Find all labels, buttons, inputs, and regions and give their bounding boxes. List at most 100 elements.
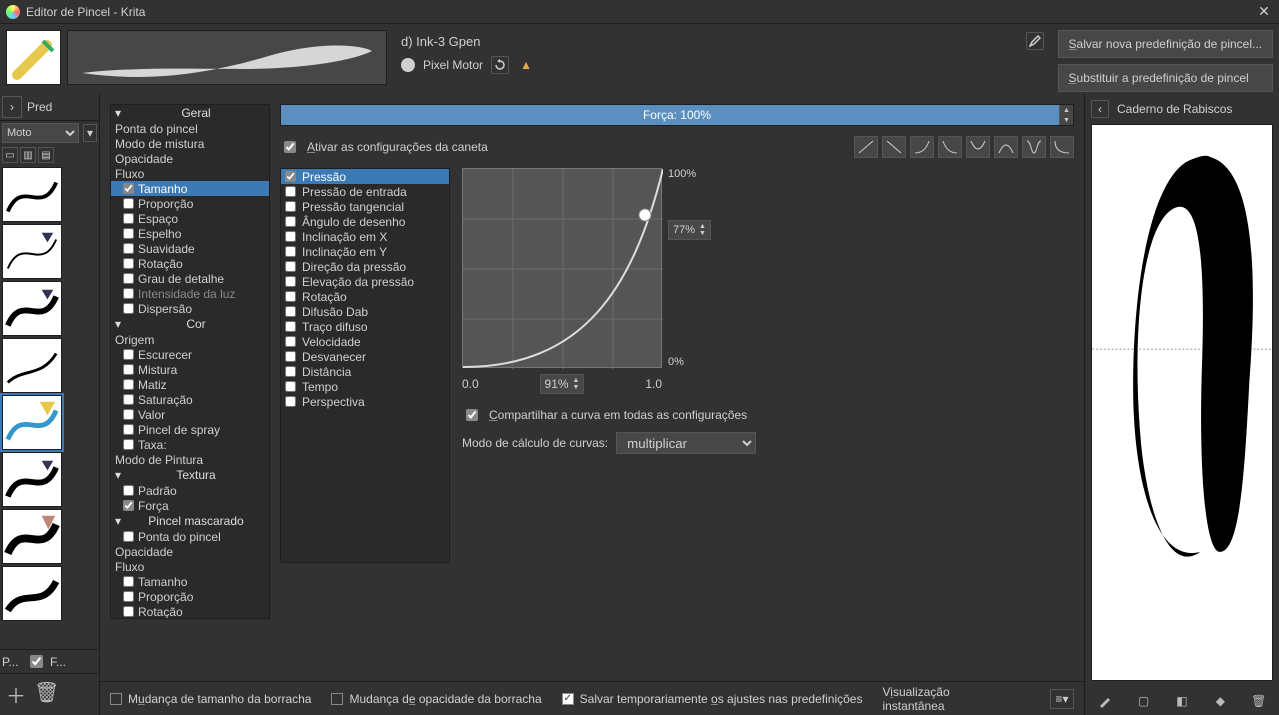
tree-group[interactable]: ▾Geral [111,105,269,121]
tree-item[interactable]: Proporção [111,589,269,604]
add-preset-button[interactable]: ＋ [6,680,26,709]
calc-mode-select[interactable]: multiplicar [616,432,756,454]
tree-item[interactable]: Fluxo [111,559,269,574]
tree-item[interactable]: Dispersão [111,301,269,316]
preset-item[interactable] [2,167,62,222]
preset-item[interactable] [2,338,62,393]
collapse-scratchpad-button[interactable]: ‹ [1091,100,1109,118]
save-new-preset-button[interactable]: Salvar nova predefinição de pincel... [1058,30,1273,58]
option-tree[interactable]: ▾GeralPonta do pincelModo de misturaOpac… [110,104,270,619]
tree-item[interactable]: Força [111,498,269,513]
sensor-item[interactable]: Pressão de entrada [281,184,449,199]
curve-ease-out-icon[interactable] [938,136,962,158]
tree-item[interactable]: Padrão [111,483,269,498]
view-details-icon[interactable]: ▤ [38,147,54,163]
scratch-gradient-icon[interactable]: ◧ [1174,693,1190,709]
filter-checkbox[interactable] [30,655,43,668]
tree-item[interactable]: Rotação [111,604,269,619]
preset-item[interactable] [2,509,62,564]
temp-save-toggle[interactable]: ✓Salvar temporariamente os ajustes nas p… [562,692,863,706]
reload-button[interactable] [491,56,509,74]
preset-item[interactable] [2,452,62,507]
curve-editor[interactable] [462,168,662,368]
tree-item[interactable]: Grau de detalhe [111,271,269,286]
tree-group[interactable]: ▾Cor [111,316,269,332]
curve-x-value[interactable]: 91% ▲▼ [540,374,585,394]
tree-item[interactable]: Origem [111,332,269,347]
strength-down-button[interactable]: ▼ [1060,115,1073,125]
engine-filter-menu[interactable]: ▾ [83,124,97,142]
tree-item[interactable]: Escurecer [111,347,269,362]
tree-item[interactable]: Ponta do pincel [111,121,269,136]
tree-item[interactable]: Espaço [111,211,269,226]
status-menu-button[interactable]: ≡▾ [1050,689,1074,709]
sensor-item[interactable]: Direção da pressão [281,259,449,274]
tree-item[interactable]: Ponta do pincel [111,529,269,544]
tree-item[interactable]: Valor [111,407,269,422]
rename-brush-button[interactable] [1026,32,1044,50]
tree-item[interactable]: Saturação [111,392,269,407]
tree-item[interactable]: Suavidade [111,241,269,256]
sensor-item[interactable]: Pressão [281,169,449,184]
close-button[interactable]: ✕ [1255,3,1273,20]
sensor-item[interactable]: Perspectiva [281,394,449,409]
sensor-item[interactable]: Velocidade [281,334,449,349]
tree-item[interactable]: Intensidade da luz [111,286,269,301]
tree-item[interactable]: Matiz [111,377,269,392]
preset-item[interactable] [2,281,62,336]
sensor-item[interactable]: Inclinação em X [281,229,449,244]
scratch-layer-icon[interactable]: ▢ [1136,693,1152,709]
preset-item[interactable] [2,224,62,279]
sensor-item[interactable]: Desvanecer [281,349,449,364]
view-list-icon[interactable]: ▭ [2,147,18,163]
tree-item[interactable]: Modo de Pintura [111,452,269,467]
instant-preview-toggle[interactable]: Visualização instantânea [882,685,1012,713]
tree-item[interactable]: Tamanho [111,574,269,589]
share-curve-checkbox[interactable] [466,409,478,421]
sensor-item[interactable]: Elevação da pressão [281,274,449,289]
view-grid-icon[interactable]: ▥ [20,147,36,163]
tree-item[interactable]: Fluxo [111,166,269,181]
tree-item[interactable]: Opacidade [111,544,269,559]
curve-l-icon[interactable] [1050,136,1074,158]
scratch-fill-icon[interactable]: ◆ [1212,693,1228,709]
tree-item[interactable]: Espelho [111,226,269,241]
sensor-item[interactable]: Pressão tangencial [281,199,449,214]
tree-item[interactable]: Proporção [111,196,269,211]
curve-s-icon[interactable] [1022,136,1046,158]
sensor-list[interactable]: PressãoPressão de entradaPressão tangenc… [280,168,450,563]
sensor-item[interactable]: Tempo [281,379,449,394]
strength-slider[interactable]: Força: 100% ▲▼ [280,104,1074,126]
sensor-item[interactable]: Difusão Dab [281,304,449,319]
curve-u-icon[interactable] [966,136,990,158]
sensor-item[interactable]: Inclinação em Y [281,244,449,259]
delete-preset-button[interactable]: 🗑 [34,680,59,709]
preset-item[interactable] [2,566,62,621]
collapse-presets-button[interactable]: › [2,96,22,118]
curve-linear-up-icon[interactable] [854,136,878,158]
curve-arch-icon[interactable] [994,136,1018,158]
brush-thumbnail[interactable] [6,30,61,85]
tree-item[interactable]: Rotação [111,256,269,271]
sensor-item[interactable]: Distância [281,364,449,379]
tree-item[interactable]: Taxa: [111,437,269,452]
eraser-opacity-toggle[interactable]: Mudança de opacidade da borracha [331,692,541,706]
engine-filter-select[interactable]: Moto [2,123,79,143]
tree-item[interactable]: Tamanho [111,181,269,196]
scratch-brush-icon[interactable] [1097,693,1113,709]
overwrite-preset-button[interactable]: Substituir a predefinição de pincel [1058,64,1273,92]
preset-list[interactable] [0,165,99,649]
enable-pen-checkbox[interactable] [284,141,296,153]
tree-group[interactable]: ▾Pincel mascarado [111,513,269,529]
tree-item[interactable]: Modo de mistura [111,136,269,151]
tree-group[interactable]: ▾Textura [111,467,269,483]
tree-item[interactable]: Opacidade [111,151,269,166]
scratchpad-canvas[interactable] [1091,124,1273,681]
tree-item[interactable]: Pincel de spray [111,422,269,437]
curve-linear-down-icon[interactable] [882,136,906,158]
eraser-size-toggle[interactable]: Mudança de tamanho da borracha [110,692,311,706]
sensor-item[interactable]: Traço difuso [281,319,449,334]
strength-up-button[interactable]: ▲ [1060,105,1073,115]
curve-ease-in-icon[interactable] [910,136,934,158]
sensor-item[interactable]: Rotação [281,289,449,304]
